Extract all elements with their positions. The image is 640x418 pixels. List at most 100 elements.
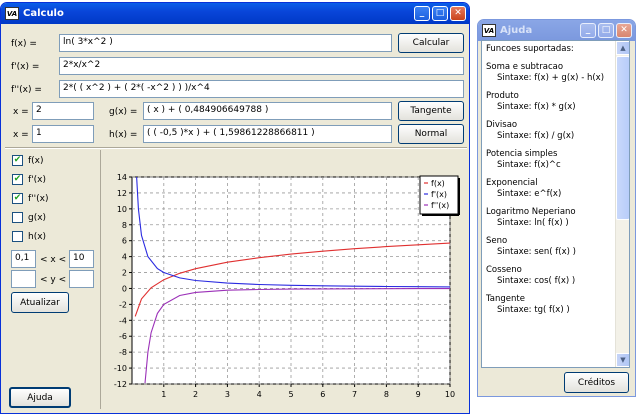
x-tick-label: 9 bbox=[416, 390, 421, 399]
help-spacer bbox=[486, 55, 614, 62]
checkbox-hx-label: h(x) bbox=[28, 231, 47, 242]
ajuda-close-button[interactable]: ✕ bbox=[616, 23, 632, 38]
ajuda-maximize-button[interactable]: □ bbox=[598, 23, 614, 38]
help-spacer bbox=[486, 142, 614, 149]
help-entry-title: Potencia simples bbox=[486, 149, 558, 159]
ajuda-titlebar[interactable]: VA Ajuda _ □ ✕ bbox=[478, 20, 635, 41]
tangente-button[interactable]: Tangente bbox=[398, 101, 464, 121]
checkbox-gx-label: g(x) bbox=[28, 212, 47, 223]
help-scrollbar[interactable]: ▲ ▼ bbox=[615, 41, 629, 367]
close-button[interactable]: ✕ bbox=[450, 6, 466, 21]
fp-label: f'(x) = bbox=[11, 62, 40, 72]
checkbox-fx-label: f(x) bbox=[28, 155, 44, 166]
help-entry-title: Logaritmo Neperiano bbox=[486, 207, 576, 217]
checkbox-fx[interactable]: ✔ f(x) bbox=[12, 155, 44, 166]
help-syntax-line: Sintaxe: cos( f(x) ) bbox=[497, 276, 576, 286]
creditos-button[interactable]: Créditos bbox=[564, 372, 629, 393]
help-syntax-line: Sintaxe: f(x) * g(x) bbox=[497, 102, 576, 112]
y-tick-label: -6 bbox=[119, 332, 127, 341]
checkbox-hx-box[interactable] bbox=[12, 231, 23, 242]
window-title: Calculo bbox=[23, 8, 64, 19]
atualizar-button[interactable]: Atualizar bbox=[11, 292, 69, 313]
help-syntax-line: Sintaxe: ln( f(x) ) bbox=[497, 218, 569, 228]
y-range-separator: < y < bbox=[40, 275, 67, 285]
ajuda-minimize-button[interactable]: _ bbox=[580, 23, 596, 38]
help-spacer bbox=[486, 229, 614, 236]
help-syntax-line: Sintaxe: f(x)^c bbox=[497, 160, 561, 170]
y-max-input[interactable] bbox=[69, 270, 94, 288]
x2-label: x = bbox=[13, 130, 29, 140]
ajuda-window-title: Ajuda bbox=[500, 25, 533, 36]
help-syntax-line: Sintaxe: f(x) / g(x) bbox=[497, 131, 575, 141]
help-entry-title: Soma e subtracao bbox=[486, 62, 564, 72]
y-tick-label: 12 bbox=[117, 189, 127, 198]
minimize-button[interactable]: _ bbox=[414, 6, 430, 21]
x-tick-label: 3 bbox=[225, 390, 230, 399]
x-tangent-input[interactable]: 2 bbox=[32, 102, 94, 120]
scroll-up-arrow-icon[interactable]: ▲ bbox=[616, 41, 629, 55]
x-normal-input[interactable]: 1 bbox=[32, 125, 94, 143]
help-spacer bbox=[486, 113, 614, 120]
normal-button[interactable]: Normal bbox=[398, 124, 464, 144]
help-entry-title: Funcoes suportadas: bbox=[486, 44, 574, 54]
calculo-window: VA Calculo _ □ ✕ f(x) = ln( 3*x^2 ) Calc… bbox=[0, 2, 470, 414]
y-tick-label: -10 bbox=[114, 364, 127, 373]
y-min-input[interactable] bbox=[11, 270, 36, 288]
y-tick-label: 6 bbox=[122, 237, 127, 246]
g-label: g(x) = bbox=[109, 107, 138, 117]
y-tick-label: -4 bbox=[119, 316, 127, 325]
f-input[interactable]: ln( 3*x^2 ) bbox=[59, 34, 392, 52]
y-tick-label: 4 bbox=[122, 253, 127, 262]
checkbox-fppx-box[interactable]: ✔ bbox=[12, 193, 23, 204]
checkbox-fppx[interactable]: ✔ f''(x) bbox=[12, 193, 48, 204]
scroll-down-arrow-icon[interactable]: ▼ bbox=[616, 353, 629, 367]
help-syntax-line: Sintaxe: e^f(x) bbox=[497, 189, 562, 199]
fpp-label: f''(x) = bbox=[11, 85, 42, 95]
y-tick-label: -12 bbox=[114, 380, 127, 389]
h-label: h(x) = bbox=[109, 130, 138, 140]
checkbox-hx[interactable]: h(x) bbox=[12, 231, 46, 242]
scroll-thumb[interactable] bbox=[616, 56, 629, 220]
help-spacer bbox=[486, 200, 614, 207]
ajuda-app-icon: VA bbox=[482, 24, 496, 37]
checkbox-gx[interactable]: g(x) bbox=[12, 212, 46, 223]
checkbox-gx-box[interactable] bbox=[12, 212, 23, 223]
checkbox-fpx-box[interactable]: ✔ bbox=[12, 174, 23, 185]
x-tick-label: 4 bbox=[257, 390, 262, 399]
function-chart: 1 2 3 4 5 6 7 8 9 1014121086420-2-4-6-8-10-12f(x)… bbox=[114, 173, 460, 399]
h-input[interactable]: ( ( -0,5 )*x ) + ( 1,59861228866811 ) bbox=[143, 125, 392, 143]
x-min-input[interactable]: 0,1 bbox=[11, 250, 36, 268]
help-syntax-line: Sintaxe: sen( f(x) ) bbox=[497, 247, 576, 257]
g-input[interactable]: ( x ) + ( 0,484906649788 ) bbox=[143, 102, 392, 120]
x-tick-label: 10 bbox=[445, 390, 455, 399]
fp-input[interactable]: 2*x/x^2 bbox=[59, 57, 464, 75]
calculo-titlebar[interactable]: VA Calculo _ □ ✕ bbox=[1, 3, 469, 24]
help-syntax-line: Sintaxe: f(x) + g(x) - h(x) bbox=[497, 73, 605, 83]
app-icon: VA bbox=[5, 7, 19, 20]
y-tick-label: 10 bbox=[117, 205, 127, 214]
plot-panel: 1 2 3 4 5 6 7 8 9 10 14 12 10 8 6 4 2 0 -2 -4 -6 -8 -10 -12 f(x)… bbox=[100, 150, 468, 409]
help-entry-title: Tangente bbox=[486, 294, 525, 304]
x-tick-label: 6 bbox=[320, 390, 325, 399]
help-text-list[interactable]: Funcoes suportadas: Soma e subtracao Sinta… bbox=[481, 40, 630, 368]
help-entry-title: Exponencial bbox=[486, 178, 538, 188]
divider bbox=[5, 147, 467, 149]
maximize-button[interactable]: □ bbox=[432, 6, 448, 21]
x1-label: x = bbox=[13, 107, 29, 117]
checkbox-fpx[interactable]: ✔ f'(x) bbox=[12, 174, 46, 185]
ajuda-button[interactable]: Ajuda bbox=[9, 387, 71, 408]
legend-label: f(x) bbox=[431, 179, 445, 188]
y-tick-label: 14 bbox=[117, 173, 127, 182]
help-spacer bbox=[486, 287, 614, 294]
checkbox-fppx-label: f''(x) bbox=[28, 193, 49, 204]
calcular-button[interactable]: Calcular bbox=[398, 33, 464, 53]
y-tick-label: -8 bbox=[119, 348, 127, 357]
checkbox-fx-box[interactable]: ✔ bbox=[12, 155, 23, 166]
x-tick-label: 5 bbox=[288, 390, 293, 399]
help-entry-title: Produto bbox=[486, 91, 519, 101]
fpp-input[interactable]: 2*( ( x^2 ) + ( 2*( -x^2 ) ) )/x^4 bbox=[59, 80, 464, 98]
x-tick-label: 8 bbox=[384, 390, 389, 399]
f-label: f(x) = bbox=[11, 39, 37, 49]
x-max-input[interactable]: 10 bbox=[69, 250, 94, 268]
legend-label: f'(x) bbox=[431, 190, 447, 199]
